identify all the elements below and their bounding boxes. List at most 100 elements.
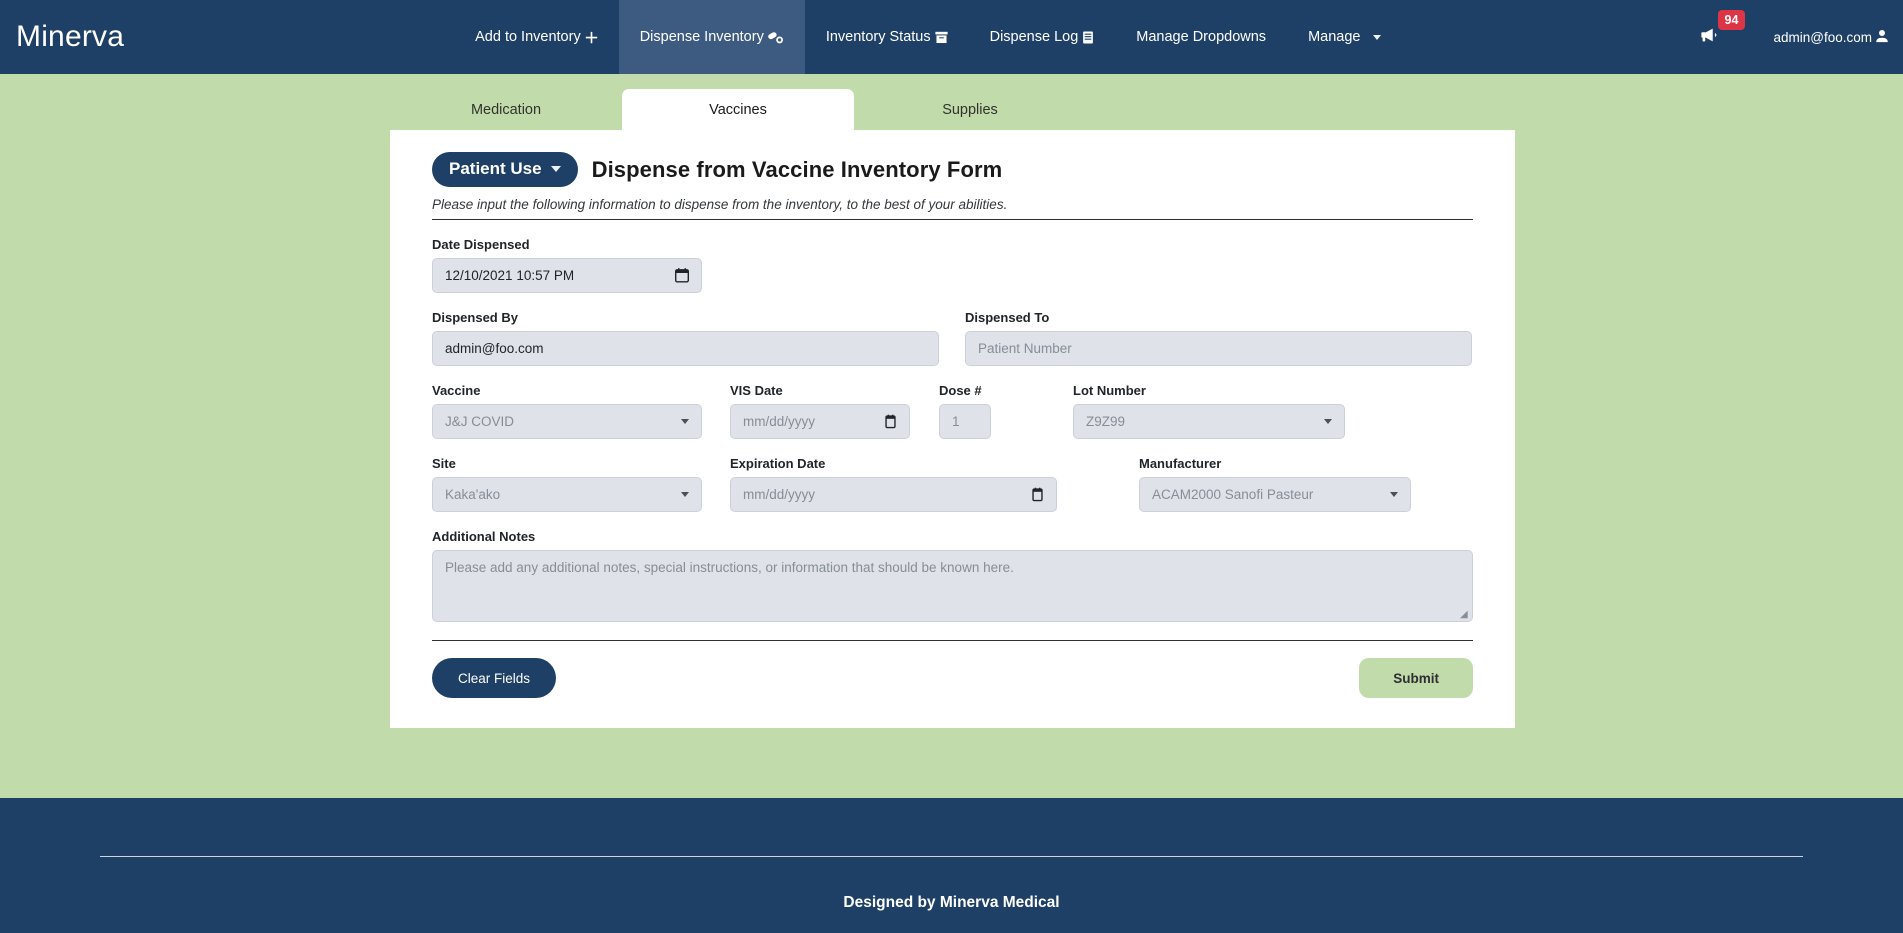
vis-date-input[interactable]: mm/dd/yyyy (730, 404, 910, 439)
nav-item-manage[interactable]: Manage (1287, 0, 1402, 74)
inventory-type-tabs: Medication Vaccines Supplies (0, 89, 1903, 130)
dispensed-by-value: admin@foo.com (445, 341, 544, 356)
chevron-down-icon (1373, 34, 1382, 40)
megaphone-icon (1700, 27, 1720, 48)
row-additional-notes: Additional Notes Please add any addition… (432, 529, 1473, 622)
vaccine-select[interactable]: J&J COVID (432, 404, 702, 439)
nav-item-dispense-log[interactable]: Dispense Log (969, 0, 1116, 74)
label-vaccine: Vaccine (432, 383, 481, 398)
field-lot-number: Lot Number Z9Z99 (1073, 383, 1345, 439)
vis-date-value: mm/dd/yyyy (743, 414, 816, 429)
clear-fields-button[interactable]: Clear Fields (432, 658, 557, 698)
nav-label: Manage (1308, 28, 1361, 45)
patient-use-label: Patient Use (449, 159, 542, 178)
nav-item-dispense-inventory[interactable]: Dispense Inventory (618, 0, 805, 74)
field-additional-notes: Additional Notes Please add any addition… (432, 529, 1473, 622)
nav-label: Manage Dropdowns (1136, 28, 1267, 45)
nav-label: Inventory Status (825, 28, 931, 45)
nav-item-inventory-status[interactable]: Inventory Status (805, 0, 969, 74)
date-dispensed-value: 12/10/2021 10:57 PM (445, 268, 575, 283)
additional-notes-textarea[interactable]: Please add any additional notes, special… (432, 550, 1473, 622)
field-dose-number: Dose # 1 (939, 383, 991, 439)
row-dispensed-by-to: Dispensed By admin@foo.com Dispensed To … (432, 310, 1473, 366)
tab-vaccines[interactable]: Vaccines (622, 89, 854, 130)
navbar-right-section: 94 admin@foo.com (1700, 0, 1903, 74)
manufacturer-select[interactable]: ACAM2000 Sanofi Pasteur (1139, 477, 1411, 512)
nav-item-manage-dropdowns[interactable]: Manage Dropdowns (1115, 0, 1287, 74)
manufacturer-value: ACAM2000 Sanofi Pasteur (1152, 487, 1314, 502)
site-value: Kaka'ako (445, 487, 501, 502)
form-subtitle: Please input the following information t… (432, 197, 1473, 220)
additional-notes-placeholder: Please add any additional notes, special… (445, 560, 1014, 575)
vaccine-value: J&J COVID (445, 414, 515, 429)
label-additional-notes: Additional Notes (432, 529, 536, 544)
page-footer: Designed by Minerva Medical (0, 798, 1903, 933)
form-divider (432, 640, 1473, 641)
dispensed-by-input[interactable]: admin@foo.com (432, 331, 939, 366)
caret-down-icon (550, 166, 561, 172)
expiration-date-input[interactable]: mm/dd/yyyy (730, 477, 1057, 512)
label-dispensed-by: Dispensed By (432, 310, 518, 325)
field-expiration-date: Expiration Date mm/dd/yyyy (730, 456, 1057, 512)
expiration-date-value: mm/dd/yyyy (743, 487, 816, 502)
announcements-button[interactable]: 94 (1700, 9, 1746, 48)
patient-use-dropdown-button[interactable]: Patient Use (432, 152, 578, 187)
plus-icon (585, 31, 598, 44)
page-title: Dispense from Vaccine Inventory Form (591, 156, 1003, 182)
dose-number-value: 1 (952, 414, 960, 429)
label-dispensed-to: Dispensed To (965, 310, 1050, 325)
tab-medication[interactable]: Medication (390, 89, 622, 130)
resize-handle-icon[interactable]: ◢ (1460, 610, 1470, 620)
date-dispensed-input[interactable]: 12/10/2021 10:57 PM (432, 258, 702, 293)
label-lot-number: Lot Number (1073, 383, 1146, 398)
label-manufacturer: Manufacturer (1139, 456, 1222, 471)
main-navigation: Add to Inventory Dispense Inventory Inve… (454, 0, 1402, 74)
caret-down-icon (1324, 419, 1332, 424)
form-actions: Clear Fields Submit (432, 658, 1473, 698)
nav-label: Dispense Inventory (639, 28, 764, 45)
announcements-badge: 94 (1717, 9, 1746, 30)
calendar-icon[interactable] (884, 414, 897, 429)
user-icon (1875, 29, 1889, 46)
dispensed-to-input[interactable]: Patient Number (965, 331, 1472, 366)
calendar-icon[interactable] (1031, 487, 1044, 502)
label-dose-number: Dose # (939, 383, 982, 398)
tab-supplies[interactable]: Supplies (854, 89, 1086, 130)
caret-down-icon (1390, 492, 1398, 497)
label-vis-date: VIS Date (730, 383, 783, 398)
form-header: Patient Use Dispense from Vaccine Invent… (432, 152, 1473, 187)
site-select[interactable]: Kaka'ako (432, 477, 702, 512)
nav-label: Add to Inventory (475, 28, 581, 45)
dispense-form-card: Patient Use Dispense from Vaccine Invent… (390, 130, 1515, 728)
dose-number-input[interactable]: 1 (939, 404, 991, 439)
label-expiration-date: Expiration Date (730, 456, 826, 471)
field-site: Site Kaka'ako (432, 456, 702, 512)
footer-divider (100, 856, 1803, 857)
user-menu[interactable]: admin@foo.com (1774, 29, 1890, 46)
field-dispensed-by: Dispensed By admin@foo.com (432, 310, 939, 366)
field-vaccine: Vaccine J&J COVID (432, 383, 702, 439)
dispensed-to-placeholder: Patient Number (978, 341, 1072, 356)
label-site: Site (432, 456, 456, 471)
label-date-dispensed: Date Dispensed (432, 237, 530, 252)
submit-button[interactable]: Submit (1359, 658, 1473, 698)
archive-box-icon (935, 31, 948, 44)
caret-down-icon (681, 419, 689, 424)
lot-number-value: Z9Z99 (1086, 414, 1126, 429)
nav-item-add-to-inventory[interactable]: Add to Inventory (454, 0, 619, 74)
pills-icon (768, 31, 784, 44)
top-navbar: Minerva Add to Inventory Dispense Invent… (0, 0, 1903, 74)
user-email-label: admin@foo.com (1773, 29, 1873, 45)
nav-label: Dispense Log (989, 28, 1079, 45)
field-manufacturer: Manufacturer ACAM2000 Sanofi Pasteur (1139, 456, 1411, 512)
caret-down-icon (681, 492, 689, 497)
row-vaccine-details: Vaccine J&J COVID VIS Date mm/dd/yyyy Do… (432, 383, 1473, 439)
calendar-icon[interactable] (675, 268, 689, 283)
footer-credit: Designed by Minerva Medical (843, 894, 1060, 911)
brand-logo[interactable]: Minerva (0, 0, 124, 74)
row-site-expiration-manufacturer: Site Kaka'ako Expiration Date mm/dd/yyyy (432, 456, 1473, 512)
list-log-icon (1082, 30, 1094, 44)
field-date-dispensed: Date Dispensed 12/10/2021 10:57 PM (432, 237, 702, 293)
field-vis-date: VIS Date mm/dd/yyyy (730, 383, 910, 439)
lot-number-select[interactable]: Z9Z99 (1073, 404, 1345, 439)
